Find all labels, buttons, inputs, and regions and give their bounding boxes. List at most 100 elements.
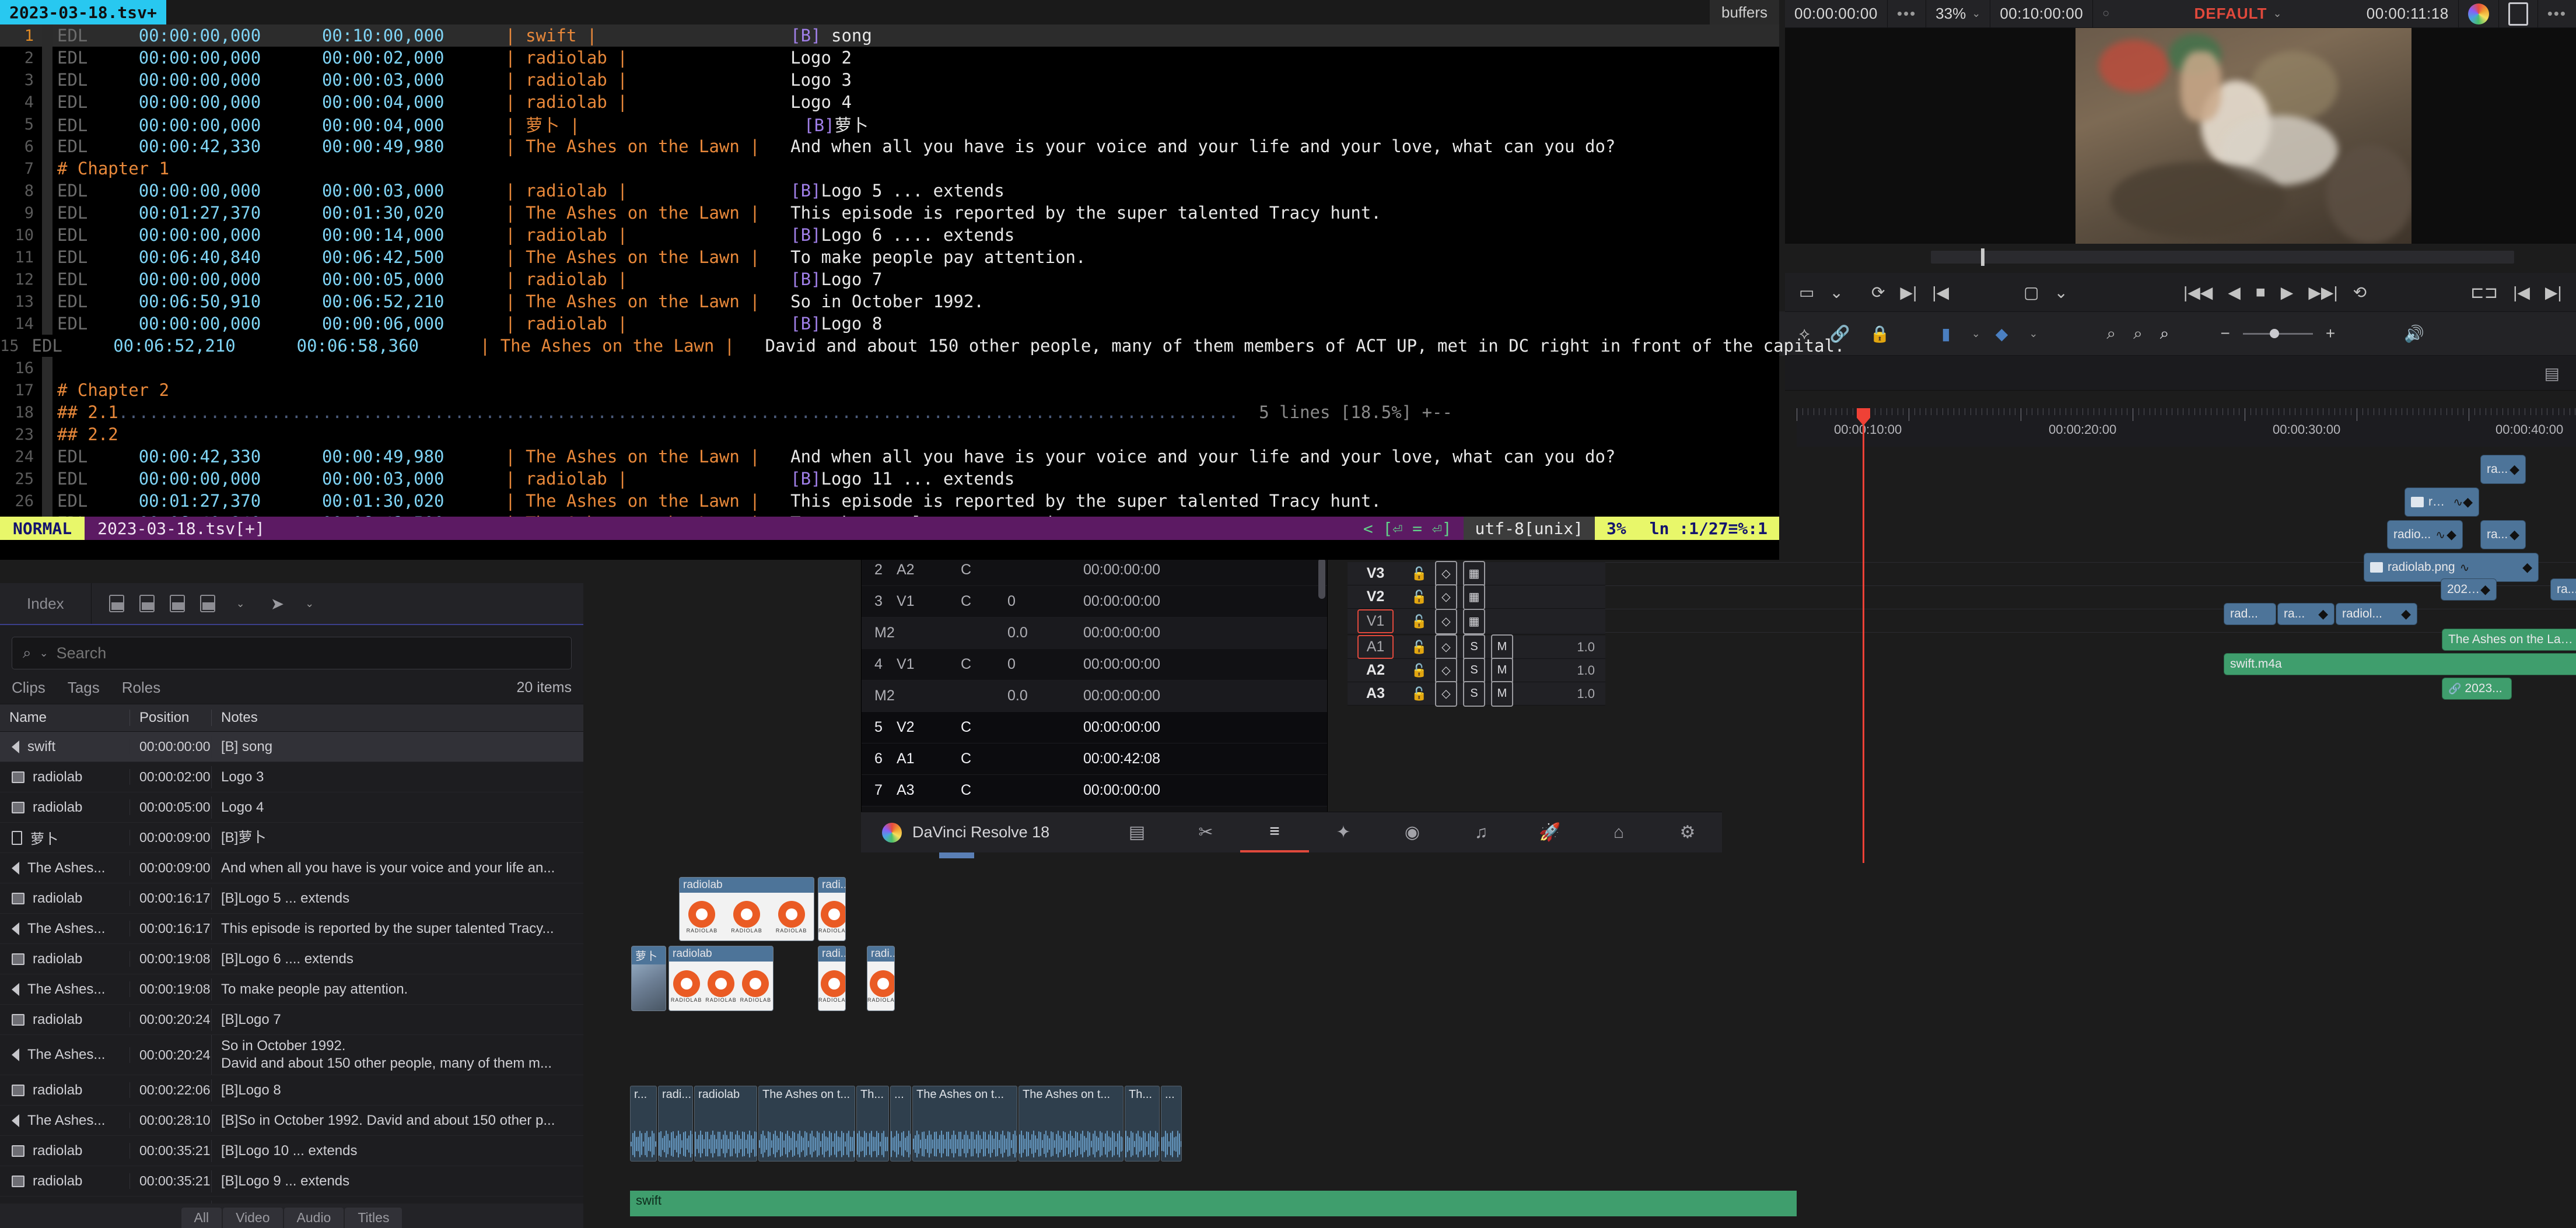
zoom-full-icon[interactable]: ⌕ xyxy=(2160,324,2169,343)
rewind-icon[interactable]: ◀ xyxy=(2228,283,2241,302)
edl-overlay-row[interactable]: 7A3C00:00:00:00 xyxy=(862,775,1327,806)
chevron-down-icon[interactable]: ⌄ xyxy=(236,598,245,610)
page-edit-icon[interactable]: ≡ xyxy=(1240,812,1309,852)
subtab-tags[interactable]: Tags xyxy=(68,679,100,697)
timeline-clip[interactable]: 2023-...◆ xyxy=(2441,578,2497,601)
flag-color-icon[interactable]: ▮ xyxy=(1941,324,1950,343)
lower-lane-clip[interactable]: Th... xyxy=(1125,1086,1160,1162)
loop-icon[interactable]: ⟲ xyxy=(2353,283,2367,302)
track-name-label[interactable]: A2 xyxy=(1348,662,1404,679)
stop-icon[interactable]: ■ xyxy=(2256,283,2266,301)
track-name-label[interactable]: V1 xyxy=(1357,609,1394,633)
timeline-clip[interactable]: ra...◆ xyxy=(2480,455,2526,484)
zoom-detail-icon[interactable]: ⌕ xyxy=(2133,324,2143,343)
auto-select-icon[interactable]: ◇ xyxy=(1435,561,1457,587)
viewer-scrubber-handle[interactable] xyxy=(1981,248,1985,266)
vim-tab-active[interactable]: 2023-03-18.tsv+ xyxy=(0,0,166,24)
index-filter-all[interactable]: All xyxy=(181,1208,222,1228)
mute-button[interactable]: M xyxy=(1491,681,1513,707)
lower-lane-clip[interactable]: ... xyxy=(1161,1086,1182,1162)
timeline-thumbnail-strip[interactable]: radiolabRADIOLABRADIOLABRADIOLABradi...R… xyxy=(630,840,1318,1073)
edl-scrollbar[interactable] xyxy=(1318,558,1325,599)
timeline-thumbnail-clip[interactable]: radi...RADIOLAB xyxy=(867,946,895,1011)
gear-icon[interactable]: ⚙ xyxy=(1653,812,1722,852)
video-enable-icon[interactable]: ▦ xyxy=(1463,561,1485,587)
timeline-clip[interactable]: rad... xyxy=(2224,603,2276,625)
auto-select-icon[interactable]: ◇ xyxy=(1435,584,1457,610)
track-name-label[interactable]: A3 xyxy=(1348,685,1404,702)
index-filter-audio[interactable]: Audio xyxy=(284,1208,344,1228)
mark-in-icon[interactable]: ⊏⊐ xyxy=(2470,283,2498,302)
page-media-icon[interactable]: ▤ xyxy=(1102,812,1171,852)
viewer-duration[interactable]: 00:10:00:00 xyxy=(1990,0,2093,27)
zoom-fit-icon[interactable]: ⌕ xyxy=(2106,324,2116,343)
ripple-overwrite-icon[interactable] xyxy=(170,595,185,612)
vim-line[interactable]: 9EDL 00:01:27,370 00:01:30,020 | The Ash… xyxy=(0,202,1779,224)
viewer-zoom-select[interactable]: 33% ⌄ xyxy=(1926,0,1990,27)
vim-line[interactable]: 10EDL 00:00:00,000 00:00:14,000 | radiol… xyxy=(0,224,1779,246)
vim-line[interactable]: 3EDL 00:00:00,000 00:00:03,000 | radiola… xyxy=(0,69,1779,91)
column-header-position[interactable]: Position xyxy=(130,710,211,726)
home-icon[interactable]: ⌂ xyxy=(1584,812,1653,852)
zoom-slider[interactable] xyxy=(2243,333,2313,335)
track-name-label[interactable]: V2 xyxy=(1348,588,1404,605)
pointer-tool-icon[interactable]: ➤ xyxy=(271,594,284,613)
mark-clip-icon[interactable]: ▶| xyxy=(2545,283,2562,302)
vim-line[interactable]: 13EDL 00:06:50,910 00:06:52,210 | The As… xyxy=(0,290,1779,313)
track-header-v2[interactable]: V2🔓◇▦ xyxy=(1348,585,1605,609)
lock-icon[interactable]: 🔓 xyxy=(1404,663,1435,678)
vim-line[interactable]: 4EDL 00:00:00,000 00:00:04,000 | radiola… xyxy=(0,91,1779,113)
index-row[interactable]: radiolab00:00:35:21[B]Logo 9 ... extends xyxy=(0,1166,583,1197)
vim-line[interactable]: 12EDL 00:00:00,000 00:00:05,000 | radiol… xyxy=(0,268,1779,290)
search-box[interactable]: ⌕ ⌄ xyxy=(12,637,572,669)
track-header-v1[interactable]: V1🔓◇▦ xyxy=(1348,609,1605,634)
index-filter-video[interactable]: Video xyxy=(223,1208,282,1228)
timeline-options-icon[interactable]: ▤ xyxy=(2544,364,2560,383)
video-enable-icon[interactable]: ▦ xyxy=(1463,609,1485,634)
edl-overlay-panel[interactable]: 2A2C00:00:00:003V1C000:00:00:00M20.000:0… xyxy=(861,554,1328,813)
timeline-thumbnail-clip[interactable]: radi...RADIOLAB xyxy=(818,946,846,1011)
chevron-down-icon[interactable]: ⌄ xyxy=(1972,328,1980,340)
index-row[interactable]: radiolab00:00:05:00Logo 4 xyxy=(0,792,583,823)
edl-overlay-row[interactable]: M20.000:00:00:00 xyxy=(862,617,1327,649)
timeline-clip[interactable]: 🔗2023... xyxy=(2442,678,2512,700)
timeline-thumbnail-clip[interactable]: radiolabRADIOLABRADIOLABRADIOLAB xyxy=(679,877,814,941)
index-row[interactable]: radiolab00:00:16:17[B]Logo 5 ... extends xyxy=(0,883,583,914)
track-gain-value[interactable]: 1.0 xyxy=(1577,663,1595,678)
chevron-down-icon[interactable]: ⌄ xyxy=(2054,283,2068,302)
viewer-timecode-in[interactable]: 00:00:00:00 xyxy=(1785,0,1888,27)
lock-icon[interactable]: 🔓 xyxy=(1404,686,1435,701)
video-enable-icon[interactable]: ▦ xyxy=(1463,584,1485,610)
insert-clip-icon[interactable]: ▭ xyxy=(1799,283,1814,302)
column-header-notes[interactable]: Notes xyxy=(211,710,583,726)
lower-lane-clip[interactable]: The Ashes on t... xyxy=(912,1086,1017,1162)
vim-line[interactable]: 24EDL 00:00:42,330 00:00:49,980 | The As… xyxy=(0,445,1779,468)
marker-color-icon[interactable]: ◆ xyxy=(1996,324,2008,343)
vim-line[interactable]: 2EDL 00:00:00,000 00:00:02,000 | radiola… xyxy=(0,47,1779,69)
auto-select-icon[interactable]: ◇ xyxy=(1435,658,1457,683)
color-wheel-icon[interactable] xyxy=(2459,0,2499,27)
timeline-thumbnail-clip[interactable]: radi...RADIOLAB xyxy=(818,877,846,941)
vim-line[interactable]: 7# Chapter 1 xyxy=(0,157,1779,180)
mute-button[interactable]: M xyxy=(1491,658,1513,683)
lower-lane-clip[interactable]: The Ashes on t... xyxy=(1019,1086,1124,1162)
lock-icon[interactable]: 🔒 xyxy=(1870,324,1890,343)
track-name-label[interactable]: A1 xyxy=(1357,635,1394,659)
buffers-label[interactable]: buffers xyxy=(1710,0,1779,24)
lock-icon[interactable]: 🔓 xyxy=(1404,590,1435,605)
insert-overwrite-icon[interactable] xyxy=(109,595,124,612)
loop-range-icon[interactable]: ⟳ xyxy=(1871,283,1885,302)
index-row[interactable]: swift00:00:00:00[B] song xyxy=(0,732,583,762)
keyframe-icon[interactable]: ◆ xyxy=(2510,527,2519,542)
step-forward-icon[interactable]: ▶| xyxy=(1900,283,1917,302)
index-row[interactable]: The Ashes...00:00:09:00And when all you … xyxy=(0,853,583,883)
index-row[interactable]: radiolab00:00:35:21[B]Logo 10 ... extend… xyxy=(0,1136,583,1166)
timeline-clip[interactable]: swift.m4a xyxy=(2224,653,2576,675)
lock-icon[interactable]: 🔓 xyxy=(1404,640,1435,655)
timeline-clip[interactable]: radiol...◆ xyxy=(2336,603,2417,625)
lower-lane-clip[interactable]: radiolab xyxy=(694,1086,757,1162)
timeline-clip[interactable]: radio...∿◆ xyxy=(2387,520,2463,549)
keyframe-icon[interactable]: ◆ xyxy=(2463,494,2473,510)
zoom-out-icon[interactable]: − xyxy=(2220,324,2230,343)
viewer-scrubber[interactable] xyxy=(1931,251,2514,264)
